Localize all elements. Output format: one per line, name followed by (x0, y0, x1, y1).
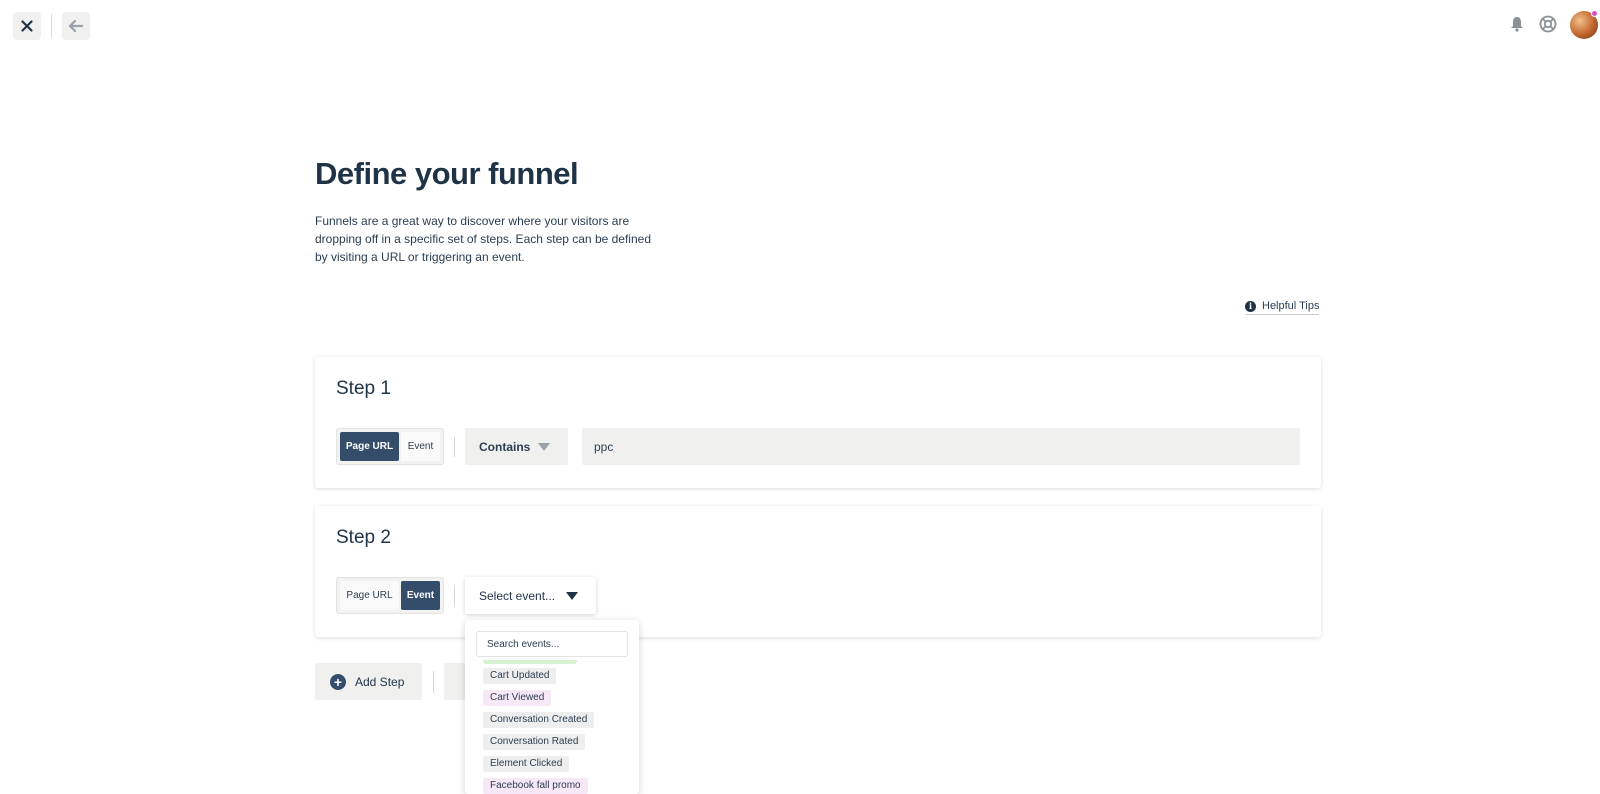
event-list: Cart Updated Cart Viewed Conversation Cr… (483, 668, 595, 794)
url-value-input[interactable] (582, 428, 1300, 465)
helpful-tips-link[interactable]: i Helpful Tips (1245, 300, 1320, 315)
event-option-partial (483, 660, 577, 664)
step-title: Step 2 (336, 527, 391, 548)
divider (454, 437, 455, 457)
toggle-page-url[interactable]: Page URL (340, 581, 399, 610)
divider (433, 671, 434, 693)
caret-down-icon (538, 443, 550, 451)
toggle-event[interactable]: Event (401, 432, 440, 461)
match-type-value: Contains (479, 439, 531, 454)
info-icon: i (1245, 300, 1256, 312)
lifebuoy-icon (1539, 15, 1557, 33)
caret-down-icon (566, 592, 578, 600)
top-bar (0, 0, 1600, 52)
page-title: Define your funnel (315, 156, 579, 191)
add-step-label: Add Step (355, 674, 405, 689)
event-option[interactable]: Conversation Rated (483, 734, 586, 750)
event-dropdown: Cart Updated Cart Viewed Conversation Cr… (465, 620, 639, 794)
notifications-button[interactable] (1507, 14, 1527, 34)
close-icon (21, 20, 33, 32)
event-select[interactable]: Select event... (465, 577, 596, 614)
step-card-1: Step 1 Page URL Event Contains (315, 357, 1321, 488)
event-option[interactable]: Conversation Created (483, 712, 595, 728)
event-option[interactable]: Cart Viewed (483, 690, 552, 706)
event-select-label: Select event... (479, 588, 556, 603)
toggle-page-url[interactable]: Page URL (340, 432, 399, 461)
close-button[interactable] (13, 12, 41, 40)
plus-circle-icon: + (330, 673, 346, 690)
add-step-button[interactable]: + Add Step (315, 663, 422, 700)
step-card-2: Step 2 Page URL Event Select event... (315, 506, 1321, 637)
arrow-left-icon (69, 20, 83, 32)
help-button[interactable] (1538, 14, 1558, 34)
match-type-select[interactable]: Contains (465, 428, 568, 465)
event-option[interactable]: Element Clicked (483, 756, 570, 772)
bell-icon (1511, 17, 1523, 32)
divider (454, 586, 455, 606)
top-divider (51, 14, 52, 38)
search-events-input[interactable] (476, 631, 628, 657)
helpful-tips-label: Helpful Tips (1262, 300, 1320, 312)
event-option[interactable]: Cart Updated (483, 668, 557, 684)
step-title: Step 1 (336, 378, 391, 399)
step-type-toggle: Page URL Event (336, 428, 444, 465)
back-button[interactable] (62, 12, 90, 40)
event-option[interactable]: Facebook fall promo (483, 778, 588, 794)
toggle-event[interactable]: Event (401, 581, 440, 610)
page-description: Funnels are a great way to discover wher… (315, 214, 651, 264)
avatar-status-badge (1591, 10, 1598, 17)
step-type-toggle: Page URL Event (336, 577, 444, 614)
